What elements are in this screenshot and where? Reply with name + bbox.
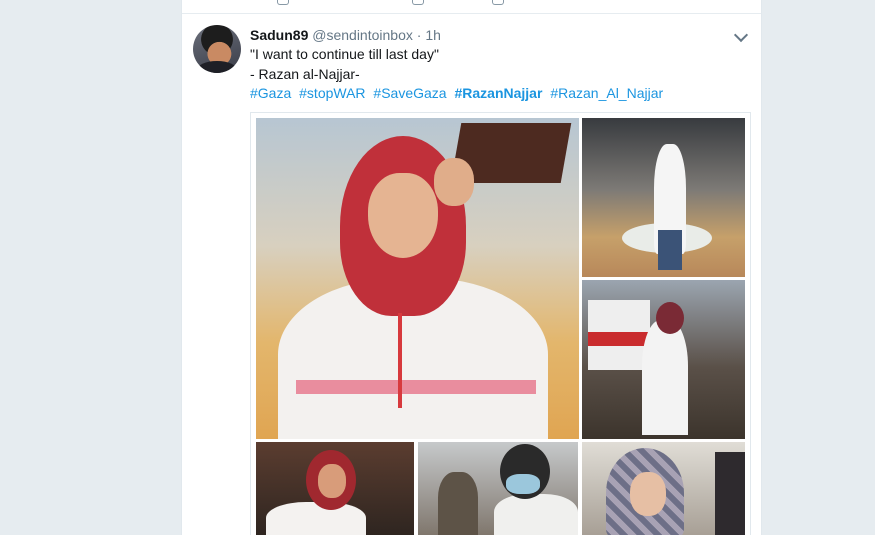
tweet-text-line-2: - Razan al-Najjar- [250,66,360,82]
previous-tweet-actions [182,0,761,14]
hashtag-savegaza[interactable]: #SaveGaza [373,85,446,101]
tweet-header: Sadun89 @sendintoinbox · 1h [250,27,441,43]
user-avatar[interactable] [193,25,241,73]
photo-ambulance[interactable] [582,280,745,439]
user-handle[interactable]: @sendintoinbox [312,27,413,43]
photo-mask[interactable] [418,442,578,535]
photo-crying[interactable] [256,442,414,535]
photo-smoke[interactable] [582,118,745,277]
hashtag-gaza[interactable]: #Gaza [250,85,291,101]
tweet-card[interactable]: Sadun89 @sendintoinbox · 1h "I want to c… [181,0,762,535]
hashtag-razan-al-najjar[interactable]: #Razan_Al_Najjar [550,85,663,101]
hashtag-razannajjar[interactable]: #RazanNajjar [454,85,542,101]
separator: · [412,27,426,43]
main-photo[interactable] [256,118,579,439]
hashtag-stopwar[interactable]: #stopWAR [299,85,365,101]
media-grid [250,112,751,535]
hashtag-list: #Gaza #stopWAR #SaveGaza #RazanNajjar #R… [250,85,667,101]
reply-icon[interactable] [277,0,289,5]
message-icon[interactable] [492,0,504,5]
chevron-down-icon[interactable] [733,27,749,43]
photo-tired[interactable] [582,442,745,535]
like-icon[interactable] [412,0,424,5]
tweet-text-line-1: "I want to continue till last day" [250,46,439,62]
tweet-time[interactable]: 1h [425,27,441,43]
display-name[interactable]: Sadun89 [250,27,308,43]
